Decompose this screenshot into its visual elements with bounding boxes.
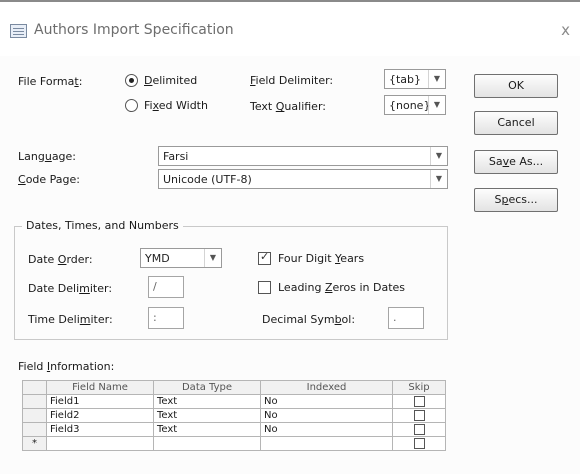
- code-page-select[interactable]: Unicode (UTF-8) ▼: [158, 169, 448, 189]
- date-order-value: YMD: [145, 252, 170, 265]
- delimited-label: Delimited: [144, 74, 198, 87]
- column-header-skip: Skip: [392, 380, 446, 395]
- leading-zeros-label: Leading Zeros in Dates: [278, 281, 406, 294]
- specs-button[interactable]: Specs...: [474, 188, 558, 212]
- text-qualifier-label: Text Qualifier:: [250, 100, 326, 113]
- table-header-row: Field Name Data Type Indexed Skip: [22, 380, 446, 395]
- new-record-row[interactable]: *: [22, 436, 446, 451]
- skip-checkbox[interactable]: [413, 409, 425, 421]
- indexed-cell[interactable]: No: [260, 394, 393, 409]
- column-header-indexed: Indexed: [260, 380, 393, 395]
- text-qualifier-value: {none}: [389, 99, 431, 112]
- dialog-title: Authors Import Specification: [34, 22, 234, 38]
- field-name-cell[interactable]: Field2: [46, 408, 154, 423]
- date-order-label: Date Order:: [28, 253, 93, 266]
- date-delimiter-label: Date Delimiter:: [28, 282, 113, 295]
- decimal-symbol-label: Decimal Symbol:: [262, 313, 356, 326]
- field-info-label: Field Information:: [18, 360, 115, 373]
- leading-zeros-checkbox[interactable]: [258, 281, 271, 294]
- chevron-down-icon: ▼: [204, 249, 221, 267]
- time-delimiter-value: :: [153, 311, 157, 324]
- chevron-down-icon: ▼: [430, 170, 447, 188]
- field-info-table: Field Name Data Type Indexed Skip Field1…: [22, 380, 446, 451]
- language-label: Language:: [18, 150, 77, 163]
- select-all-cell[interactable]: [22, 380, 47, 395]
- chevron-down-icon: ▼: [430, 147, 447, 165]
- chevron-down-icon: ▼: [428, 70, 445, 88]
- column-header-data-type: Data Type: [153, 380, 261, 395]
- fixed-width-label: Fixed Width: [144, 99, 208, 112]
- field-delimiter-select[interactable]: {tab} ▼: [384, 69, 446, 89]
- field-delimiter-label: Field Delimiter:: [250, 74, 334, 87]
- date-delimiter-input[interactable]: /: [148, 276, 184, 298]
- column-header-field-name: Field Name: [46, 380, 154, 395]
- four-digit-years-checkbox[interactable]: [258, 250, 271, 265]
- field-name-cell[interactable]: Field1: [46, 394, 154, 409]
- table-row[interactable]: Field1 Text No: [22, 394, 446, 409]
- four-digit-years-label: Four Digit Years: [278, 252, 365, 265]
- field-name-cell[interactable]: [46, 436, 154, 451]
- code-page-label: Code Page:: [18, 173, 80, 186]
- indexed-cell[interactable]: No: [260, 422, 393, 437]
- skip-checkbox[interactable]: [413, 395, 425, 407]
- table-row[interactable]: Field3 Text No: [22, 422, 446, 437]
- data-type-cell[interactable]: [153, 436, 261, 451]
- decimal-symbol-input[interactable]: .: [388, 307, 424, 329]
- skip-cell: [392, 408, 446, 423]
- language-select[interactable]: Farsi ▼: [158, 146, 448, 166]
- time-delimiter-input[interactable]: :: [148, 307, 184, 329]
- decimal-symbol-value: .: [393, 311, 397, 324]
- date-delimiter-value: /: [153, 280, 157, 293]
- file-format-label: File Format:: [18, 75, 83, 88]
- row-selector[interactable]: [22, 394, 47, 409]
- cancel-button[interactable]: Cancel: [474, 111, 558, 135]
- dates-group-title: Dates, Times, and Numbers: [22, 219, 183, 232]
- row-selector[interactable]: [22, 422, 47, 437]
- save-as-button[interactable]: Save As...: [474, 150, 558, 174]
- language-value: Farsi: [163, 150, 189, 163]
- new-row-marker: *: [22, 436, 47, 451]
- skip-cell: [392, 436, 446, 451]
- data-type-cell[interactable]: Text: [153, 394, 261, 409]
- import-spec-dialog: Authors Import Specification x File Form…: [0, 0, 580, 474]
- time-delimiter-label: Time Delimiter:: [28, 313, 113, 326]
- code-page-value: Unicode (UTF-8): [163, 173, 252, 186]
- ok-button[interactable]: OK: [474, 74, 558, 98]
- table-row[interactable]: Field2 Text No: [22, 408, 446, 423]
- date-order-select[interactable]: YMD ▼: [140, 248, 222, 268]
- skip-cell: [392, 394, 446, 409]
- dialog-icon: [10, 24, 27, 38]
- delimited-radio[interactable]: [125, 74, 138, 87]
- skip-checkbox[interactable]: [413, 423, 425, 435]
- close-icon[interactable]: x: [561, 21, 570, 39]
- field-name-cell[interactable]: Field3: [46, 422, 154, 437]
- chevron-down-icon: ▼: [428, 96, 445, 114]
- row-selector[interactable]: [22, 408, 47, 423]
- skip-checkbox[interactable]: [413, 437, 425, 449]
- indexed-cell[interactable]: [260, 436, 393, 451]
- field-delimiter-value: {tab}: [389, 73, 422, 86]
- data-type-cell[interactable]: Text: [153, 422, 261, 437]
- indexed-cell[interactable]: No: [260, 408, 393, 423]
- skip-cell: [392, 422, 446, 437]
- text-qualifier-select[interactable]: {none} ▼: [384, 95, 446, 115]
- fixed-width-radio[interactable]: [125, 99, 138, 112]
- data-type-cell[interactable]: Text: [153, 408, 261, 423]
- title-bar: Authors Import Specification x: [0, 2, 580, 56]
